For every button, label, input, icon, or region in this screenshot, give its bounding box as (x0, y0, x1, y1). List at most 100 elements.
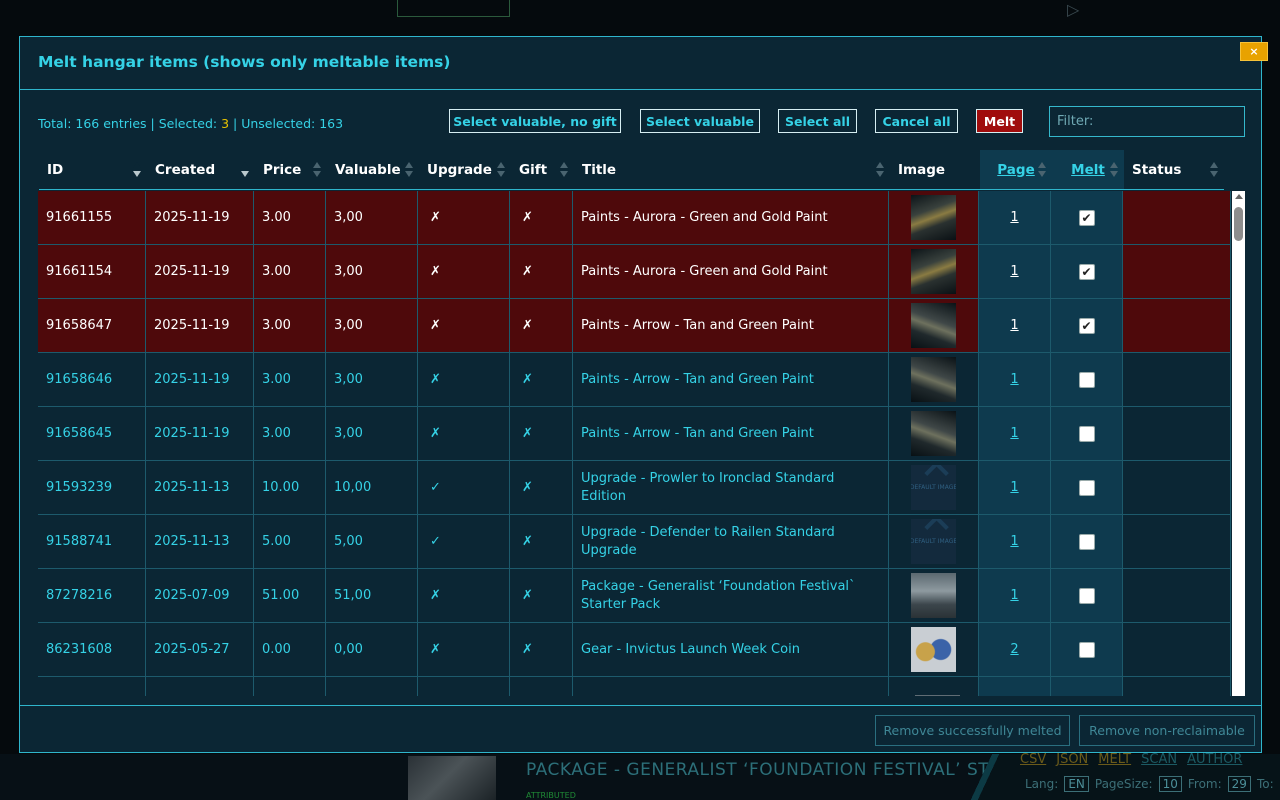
default-image-label: DEFAULT IMAGE (911, 538, 956, 545)
cell-text: 2025-11-13 (154, 480, 230, 495)
cell-text: 91658647 (46, 318, 113, 333)
cell-created: 2025-11-19 (146, 191, 254, 244)
scroll-up-icon[interactable] (1235, 194, 1243, 199)
cell-melt (1051, 569, 1123, 622)
cell-text: 91658645 (46, 426, 113, 441)
scroll-thumb[interactable] (1234, 207, 1243, 241)
close-button[interactable]: × (1240, 42, 1268, 61)
melt-checkbox[interactable] (1078, 641, 1095, 658)
column-header-id[interactable]: ID (39, 150, 147, 190)
cell-text: Paints - Aurora - Green and Gold Paint (581, 263, 828, 279)
pagesize-input[interactable]: 10 (1158, 776, 1182, 792)
cell-text: 91588741 (46, 534, 113, 549)
melt-checkbox[interactable] (1078, 479, 1095, 496)
column-header-melt[interactable]: Melt (1052, 150, 1124, 190)
cell-text: 91661154 (46, 264, 113, 279)
cell-image (889, 191, 979, 244)
table-row[interactable]: 91661154 2025-11-19 3.00 3,00 ✗ ✗ Paints - Aur… (38, 245, 1231, 299)
column-header-created[interactable]: Created (147, 150, 255, 190)
cell-gift: ✗ (510, 245, 573, 298)
page-link[interactable]: 1 (1010, 480, 1018, 495)
item-thumbnail: DEFAULT IMAGE (911, 519, 956, 564)
pagesize-label: PageSize: (1094, 777, 1153, 791)
cell-melt: ✔ (1051, 191, 1123, 244)
dialog-footer: Remove successfully melted Remove non-re… (20, 705, 1261, 754)
cell-price (254, 677, 326, 696)
cell-valuable: 3,00 (326, 353, 418, 406)
item-thumbnail: DEFAULT IMAGE (911, 465, 956, 510)
vertical-scrollbar[interactable] (1232, 191, 1245, 696)
cell-text: ✗ (522, 426, 533, 441)
melt-checkbox[interactable] (1078, 425, 1095, 442)
table-row[interactable]: 91658645 2025-11-19 3.00 3,00 ✗ ✗ Paints - Arr… (38, 407, 1231, 461)
page-link[interactable]: 2 (1010, 642, 1018, 657)
page-link[interactable]: 1 (1010, 210, 1018, 225)
column-header-page[interactable]: Page (980, 150, 1052, 190)
cancel-all-button[interactable]: Cancel all (875, 109, 958, 133)
select-all-button[interactable]: Select all (778, 109, 857, 133)
table-row[interactable]: 91661155 2025-11-19 3.00 3,00 ✗ ✗ Paints - Aur… (38, 191, 1231, 245)
table-row[interactable] (38, 677, 1231, 696)
cell-text: 5,00 (334, 534, 363, 549)
column-header-label[interactable]: Page (997, 162, 1034, 178)
cell-text: 3,00 (334, 210, 363, 225)
page-link[interactable]: 1 (1010, 588, 1018, 603)
melt-checkbox[interactable] (1078, 533, 1095, 550)
select-valuable-no-gift-button[interactable]: Select valuable, no gift (449, 109, 621, 133)
melt-link[interactable]: MELT (1098, 752, 1131, 767)
checkmark-icon: ✔ (1081, 210, 1092, 225)
cell-text: 2025-11-19 (154, 210, 230, 225)
page-link[interactable]: 1 (1010, 372, 1018, 387)
column-header-label[interactable]: Melt (1071, 162, 1105, 178)
column-header-status[interactable]: Status (1124, 150, 1224, 190)
cell-text: 10.00 (262, 480, 300, 495)
scan-link[interactable]: SCAN (1141, 752, 1177, 767)
cell-page: 1 (979, 407, 1051, 460)
cell-gift: ✗ (510, 353, 573, 406)
cell-page: 1 (979, 299, 1051, 352)
melt-checkbox[interactable] (1078, 587, 1095, 604)
table-row[interactable]: 91658647 2025-11-19 3.00 3,00 ✗ ✗ Paints - Arr… (38, 299, 1231, 353)
cell-price: 3.00 (254, 245, 326, 298)
page-link[interactable]: 1 (1010, 318, 1018, 333)
remove-melted-button[interactable]: Remove successfully melted (875, 715, 1070, 746)
cell-status (1123, 299, 1231, 352)
melt-checkbox[interactable] (1078, 371, 1095, 388)
column-header-gift[interactable]: Gift (511, 150, 574, 190)
from-input[interactable]: 29 (1227, 776, 1251, 792)
cell-page: 1 (979, 461, 1051, 514)
csv-link[interactable]: CSV (1020, 752, 1046, 767)
select-valuable-button[interactable]: Select valuable (640, 109, 760, 133)
column-header-price[interactable]: Price (255, 150, 327, 190)
cell-text: ✗ (430, 210, 441, 225)
remove-non-reclaimable-button[interactable]: Remove non-reclaimable (1079, 715, 1255, 746)
table-row[interactable]: 91658646 2025-11-19 3.00 3,00 ✗ ✗ Paints - Arr… (38, 353, 1231, 407)
cell-text: ✗ (522, 210, 533, 225)
cell-created: 2025-11-13 (146, 515, 254, 568)
column-header-upgrade[interactable]: Upgrade (419, 150, 511, 190)
json-link[interactable]: JSON (1056, 752, 1088, 767)
author-link[interactable]: AUTHOR (1187, 752, 1242, 767)
page-link[interactable]: 1 (1010, 264, 1018, 279)
table-row[interactable]: 87278216 2025-07-09 51.00 51,00 ✗ ✗ Package - … (38, 569, 1231, 623)
column-header-title[interactable]: Title (574, 150, 890, 190)
table-row[interactable]: 91593239 2025-11-13 10.00 10,00 ✓ ✗ Upgrade - … (38, 461, 1231, 515)
filter-input[interactable] (1049, 106, 1245, 137)
lang-select[interactable]: EN (1064, 776, 1089, 792)
cell-gift: ✗ (510, 407, 573, 460)
background-package-thumbnail (408, 756, 496, 800)
checkmark-icon: ✔ (1081, 318, 1092, 333)
page-link[interactable]: 1 (1010, 426, 1018, 441)
page-link[interactable]: 1 (1010, 534, 1018, 549)
melt-checkbox[interactable]: ✔ (1078, 263, 1095, 280)
melt-checkbox[interactable]: ✔ (1078, 209, 1095, 226)
melt-checkbox[interactable]: ✔ (1078, 317, 1095, 334)
table-row[interactable]: 86231608 2025-05-27 0.00 0,00 ✗ ✗ Gear - Invic… (38, 623, 1231, 677)
table-row[interactable]: 91588741 2025-11-13 5.00 5,00 ✓ ✗ Upgrade - De… (38, 515, 1231, 569)
cell-valuable: 5,00 (326, 515, 418, 568)
cell-text: 91593239 (46, 480, 113, 495)
column-header-valuable[interactable]: Valuable (327, 150, 419, 190)
melt-button[interactable]: Melt (976, 109, 1023, 133)
cell-text: 3.00 (262, 264, 291, 279)
cell-text: ✗ (522, 480, 533, 495)
